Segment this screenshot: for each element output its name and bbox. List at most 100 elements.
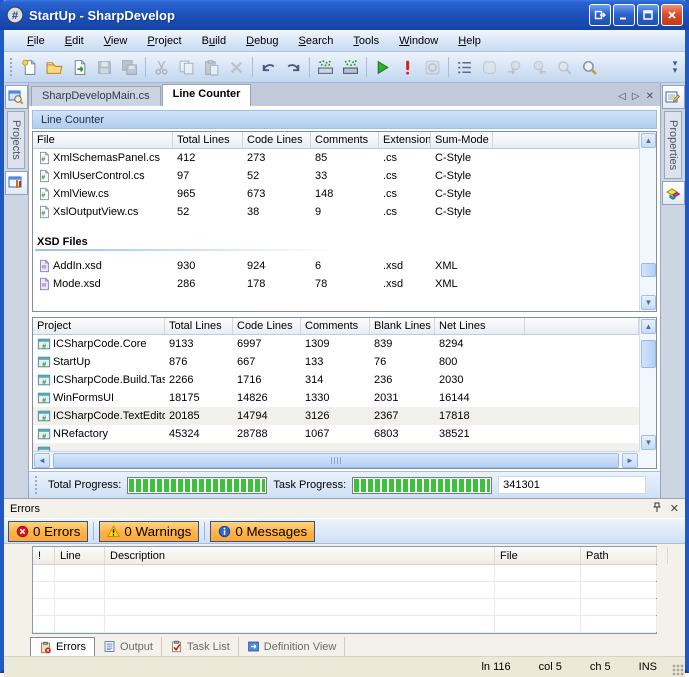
table-row[interactable]: #XslOutputView.cs52389.csC-Style bbox=[33, 203, 639, 221]
breakpoint-icon[interactable] bbox=[477, 55, 502, 79]
tools-pad-icon[interactable] bbox=[5, 171, 28, 195]
menu-item-search[interactable]: Search bbox=[290, 32, 343, 50]
toolbar-overflow-button[interactable]: ▾▾ bbox=[669, 60, 681, 74]
column-header[interactable]: ! bbox=[33, 547, 55, 564]
scroll-left-icon[interactable]: ◄ bbox=[34, 453, 50, 468]
scroll-right-icon[interactable]: ► bbox=[622, 453, 638, 468]
file-table-scrollbar[interactable]: ▲ ▼ bbox=[639, 132, 656, 311]
bottom-tab-definition-view[interactable]: Definition View bbox=[239, 637, 346, 656]
progress-row-grip[interactable] bbox=[34, 475, 39, 495]
bottom-tab-output[interactable]: Output bbox=[95, 637, 162, 656]
scroll-down-icon[interactable]: ▼ bbox=[641, 435, 656, 450]
abort-icon[interactable] bbox=[395, 55, 420, 79]
column-header[interactable]: Extension bbox=[379, 132, 431, 148]
close-button[interactable] bbox=[661, 4, 683, 26]
close-panel-icon[interactable]: ✕ bbox=[670, 502, 679, 515]
column-header[interactable]: Total Lines bbox=[165, 318, 233, 334]
tab-sharpdevelopmain-cs[interactable]: SharpDevelopMain.cs bbox=[31, 86, 161, 106]
scroll-thumb[interactable] bbox=[641, 340, 656, 368]
bookmarks-icon[interactable] bbox=[452, 55, 477, 79]
copy-icon[interactable] bbox=[174, 55, 199, 79]
menu-item-build[interactable]: Build bbox=[193, 32, 235, 50]
bottom-tab-task-list[interactable]: Task List bbox=[162, 637, 239, 656]
table-row[interactable]: #NRefactory45324287881067680338521 bbox=[33, 425, 639, 443]
table-row[interactable]: #ICSharpCode.Build.Tasks2266171631423620… bbox=[33, 371, 639, 389]
delete-icon[interactable] bbox=[224, 55, 249, 79]
toolbar-grip[interactable] bbox=[9, 57, 14, 77]
column-header[interactable]: File bbox=[33, 132, 173, 148]
table-row[interactable]: #ICSharpCode.TextEditor20185147943126236… bbox=[33, 407, 639, 425]
bottom-tab-errors[interactable]: Errors bbox=[30, 637, 95, 656]
column-header[interactable]: Comments bbox=[311, 132, 379, 148]
column-header[interactable]: Line bbox=[55, 547, 105, 564]
tab-scroll-right-icon[interactable]: ▷ bbox=[632, 91, 640, 102]
column-header[interactable]: Total Lines bbox=[173, 132, 243, 148]
scroll-up-icon[interactable]: ▲ bbox=[641, 319, 656, 334]
column-header[interactable]: Description bbox=[105, 547, 495, 564]
horizontal-scrollbar[interactable]: ◄ ► bbox=[33, 451, 639, 468]
scroll-down-icon[interactable]: ▼ bbox=[641, 295, 656, 310]
resize-grip[interactable] bbox=[672, 664, 684, 676]
menu-item-view[interactable]: View bbox=[95, 32, 137, 50]
filter-button-0-warnings[interactable]: 0 Warnings bbox=[99, 521, 199, 542]
column-header[interactable]: Net Lines bbox=[435, 318, 525, 334]
save-icon[interactable] bbox=[92, 55, 117, 79]
projects-pad-icon[interactable] bbox=[5, 85, 28, 109]
toolbox-pad-icon[interactable] bbox=[662, 181, 685, 205]
paste-icon[interactable] bbox=[199, 55, 224, 79]
build-all-icon[interactable] bbox=[338, 55, 363, 79]
scroll-thumb[interactable] bbox=[641, 263, 656, 277]
sidebar-tab-properties[interactable]: Properties bbox=[664, 111, 682, 179]
table-row[interactable]: #XmlUserControl.cs975233.csC-Style bbox=[33, 167, 639, 185]
pin-icon[interactable] bbox=[652, 502, 662, 516]
redo-icon[interactable] bbox=[281, 55, 306, 79]
column-header[interactable]: Comments bbox=[301, 318, 370, 334]
cut-icon[interactable] bbox=[149, 55, 174, 79]
menu-item-file[interactable]: File bbox=[18, 32, 54, 50]
tab-close-icon[interactable]: ✕ bbox=[646, 91, 654, 102]
project-table-scrollbar[interactable]: ▲ ▼ bbox=[639, 318, 656, 451]
menu-item-help[interactable]: Help bbox=[449, 32, 490, 50]
table-row[interactable]: #XmlView.cs965673148.csC-Style bbox=[33, 185, 639, 203]
scroll-up-icon[interactable]: ▲ bbox=[641, 133, 656, 148]
properties-pad-icon[interactable] bbox=[662, 85, 685, 109]
step-back-icon[interactable] bbox=[502, 55, 527, 79]
maximize-button[interactable] bbox=[637, 4, 659, 26]
filter-button-0-errors[interactable]: 0 Errors bbox=[8, 521, 88, 542]
step-forward-icon[interactable] bbox=[527, 55, 552, 79]
find-references-icon[interactable] bbox=[552, 55, 577, 79]
detach-window-button[interactable] bbox=[589, 4, 611, 26]
tab-scroll-left-icon[interactable]: ◁ bbox=[618, 91, 626, 102]
table-row[interactable]: #ICSharpCode.Core9133699713098398294 bbox=[33, 335, 639, 353]
table-row[interactable]: #StartUp87666713376800 bbox=[33, 353, 639, 371]
zoom-icon[interactable] bbox=[577, 55, 602, 79]
column-header[interactable]: Code Lines bbox=[243, 132, 311, 148]
build-icon[interactable] bbox=[313, 55, 338, 79]
save-all-icon[interactable] bbox=[117, 55, 142, 79]
menu-item-window[interactable]: Window bbox=[390, 32, 447, 50]
title-bar[interactable]: # StartUp - SharpDevelop bbox=[0, 0, 689, 30]
column-header[interactable]: Blank Lines bbox=[370, 318, 435, 334]
column-header[interactable]: Path bbox=[581, 547, 657, 564]
save-as-icon[interactable] bbox=[67, 55, 92, 79]
menu-item-tools[interactable]: Tools bbox=[344, 32, 388, 50]
column-header[interactable]: File bbox=[495, 547, 581, 564]
tab-line-counter[interactable]: Line Counter bbox=[162, 84, 252, 106]
minimize-button[interactable] bbox=[613, 4, 635, 26]
table-row[interactable]: Mode.xsd28617878.xsdXML bbox=[33, 275, 639, 293]
run-icon[interactable] bbox=[370, 55, 395, 79]
sidebar-tab-projects[interactable]: Projects bbox=[7, 111, 25, 169]
new-file-icon[interactable] bbox=[17, 55, 42, 79]
menu-item-edit[interactable]: Edit bbox=[56, 32, 93, 50]
column-header[interactable]: Code Lines bbox=[233, 318, 301, 334]
scroll-thumb[interactable] bbox=[53, 453, 619, 468]
profile-icon[interactable] bbox=[420, 55, 445, 79]
column-header[interactable]: Sum-Mode bbox=[431, 132, 493, 148]
undo-icon[interactable] bbox=[256, 55, 281, 79]
table-row[interactable]: #WinFormsUI18175148261330203116144 bbox=[33, 389, 639, 407]
table-row[interactable]: AddIn.xsd9309246.xsdXML bbox=[33, 257, 639, 275]
column-header[interactable]: Project bbox=[33, 318, 165, 334]
menu-item-project[interactable]: Project bbox=[138, 32, 190, 50]
filter-button-0-messages[interactable]: 0 Messages bbox=[210, 521, 315, 542]
menu-item-debug[interactable]: Debug bbox=[237, 32, 287, 50]
